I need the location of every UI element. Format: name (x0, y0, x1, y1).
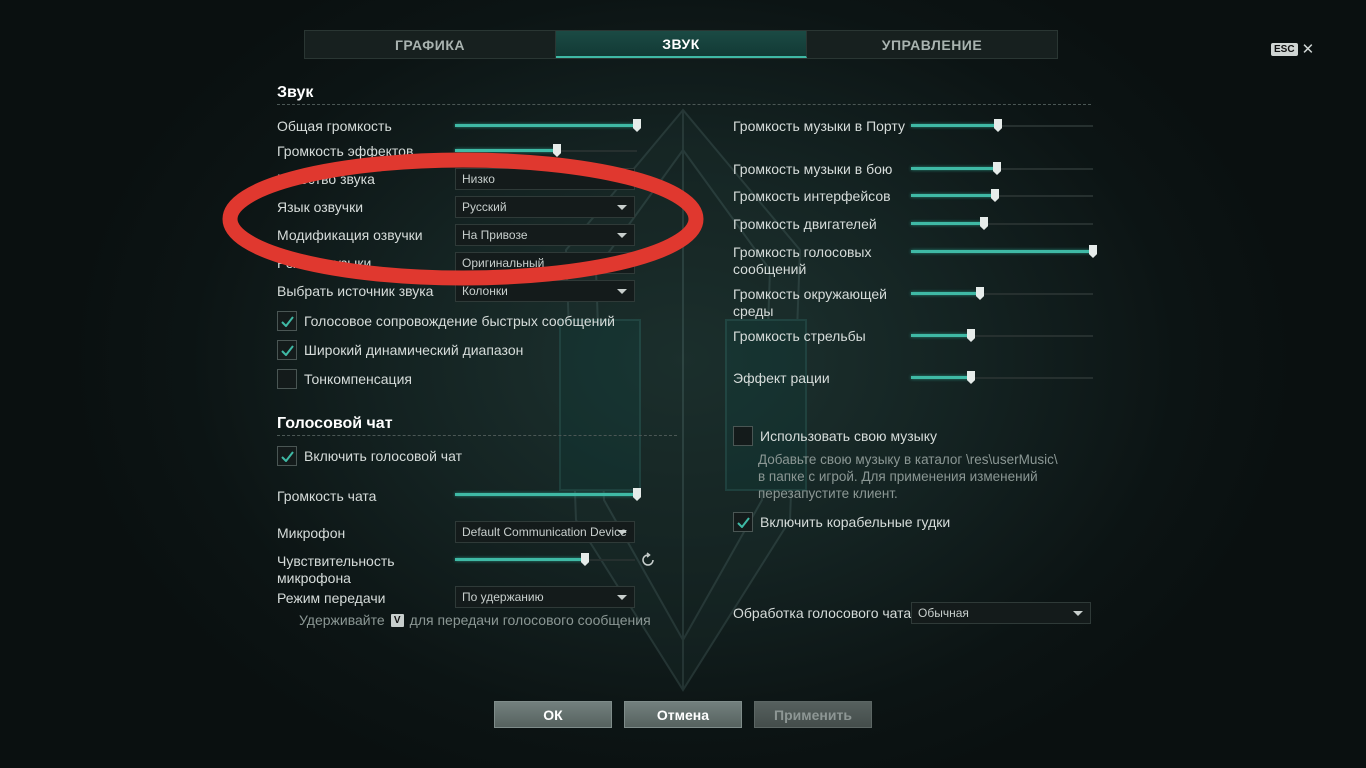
music-mode-label: Режим музыки (277, 255, 372, 271)
voice-language-value: Русский (462, 200, 507, 214)
sound-quality-select[interactable]: Низко (455, 168, 635, 190)
microphone-label: Микрофон (277, 525, 346, 541)
effects-volume-slider[interactable] (455, 144, 637, 158)
push-to-talk-hint: Удерживайте V для передачи голосового со… (299, 612, 651, 628)
ship-horns-checkbox[interactable]: Включить корабельные гудки (733, 512, 950, 532)
microphone-select[interactable]: Default Communication Device (455, 521, 635, 543)
engines-volume-label: Громкость двигателей (733, 216, 877, 232)
hint-suffix: для передачи голосового сообщения (409, 612, 651, 628)
transmit-mode-label: Режим передачи (277, 590, 386, 606)
microphone-value: Default Communication Device (462, 525, 627, 539)
checkmark-icon (280, 344, 294, 356)
checkmark-icon (280, 450, 294, 462)
sound-section-title: Звук (277, 84, 314, 101)
close-button[interactable]: ESC ✕ (1271, 42, 1314, 57)
mic-sensitivity-label: Чувствительность микрофона (277, 553, 395, 586)
section-divider (277, 435, 677, 436)
chevron-down-icon (617, 595, 627, 600)
music-port-slider[interactable] (911, 119, 1093, 133)
voice-mod-value: На Привозе (462, 228, 528, 242)
reset-icon[interactable] (640, 552, 656, 568)
custom-music-checkbox[interactable]: Использовать свою музыку (733, 426, 937, 446)
environment-volume-slider[interactable] (911, 287, 1093, 301)
tone-compensation-checkbox[interactable]: Тонкомпенсация (277, 369, 412, 389)
environment-volume-label: Громкость окружающей среды (733, 286, 887, 319)
apply-button[interactable]: Применить (754, 701, 872, 728)
general-volume-slider[interactable] (455, 119, 641, 133)
esc-key-icon: ESC (1271, 43, 1298, 56)
general-volume-label: Общая громкость (277, 118, 392, 134)
interface-volume-label: Громкость интерфейсов (733, 188, 891, 204)
sound-source-label: Выбрать источник звука (277, 283, 434, 299)
voice-messages-volume-slider[interactable] (911, 245, 1097, 259)
engines-volume-slider[interactable] (911, 217, 1093, 231)
cancel-button[interactable]: Отмена (624, 701, 742, 728)
close-icon: ✕ (1301, 41, 1315, 58)
checkbox-box (277, 311, 297, 331)
mic-sensitivity-slider[interactable] (455, 553, 635, 567)
chat-volume-slider[interactable] (455, 488, 641, 502)
music-port-label: Громкость музыки в Порту (733, 118, 905, 134)
music-battle-slider[interactable] (911, 162, 1093, 176)
checkbox-box (277, 340, 297, 360)
dynamic-range-checkbox[interactable]: Широкий динамический диапазон (277, 340, 523, 360)
checkbox-box (277, 369, 297, 389)
dynamic-range-label: Широкий динамический диапазон (304, 342, 524, 358)
hint-prefix: Удерживайте (299, 612, 385, 628)
radio-effect-label: Эффект рации (733, 370, 830, 386)
settings-tabs: ГРАФИКА ЗВУК УПРАВЛЕНИЕ (304, 30, 1058, 59)
effects-volume-label: Громкость эффектов (277, 143, 414, 159)
voice-chat-section-title: Голосовой чат (277, 415, 393, 432)
checkbox-box (733, 512, 753, 532)
tab-graphics[interactable]: ГРАФИКА (305, 31, 556, 58)
voice-processing-label: Обработка голосового чата (733, 605, 912, 621)
tab-controls[interactable]: УПРАВЛЕНИЕ (807, 31, 1057, 58)
checkbox-box (733, 426, 753, 446)
transmit-mode-select[interactable]: По удержанию (455, 586, 635, 608)
checkmark-icon (736, 516, 750, 528)
voice-messages-volume-label: Громкость голосовых сообщений (733, 244, 872, 277)
background-emblem (559, 108, 807, 692)
checkmark-icon (280, 315, 294, 327)
annotation-ellipse (222, 152, 704, 286)
voice-language-label: Язык озвучки (277, 199, 364, 215)
sound-quality-label: Качество звука (277, 171, 375, 187)
voice-mod-label: Модификация озвучки (277, 227, 423, 243)
music-battle-label: Громкость музыки в бою (733, 161, 893, 177)
voice-mod-select[interactable]: На Привозе (455, 224, 635, 246)
radio-effect-slider[interactable] (911, 371, 1093, 385)
chevron-down-icon (617, 205, 627, 210)
chevron-down-icon (1073, 611, 1083, 616)
transmit-mode-value: По удержанию (462, 590, 544, 604)
quick-messages-checkbox[interactable]: Голосовое сопровождение быстрых сообщени… (277, 311, 615, 331)
section-divider (277, 104, 1091, 105)
sound-source-value: Колонки (462, 284, 508, 298)
voice-processing-value: Обычная (918, 606, 969, 620)
music-mode-value: Оригинальный (462, 256, 545, 270)
voice-processing-select[interactable]: Обычная (911, 602, 1091, 624)
custom-music-note: Добавьте свою музыку в каталог \res\user… (758, 452, 1058, 501)
quick-messages-label: Голосовое сопровождение быстрых сообщени… (304, 313, 615, 329)
sound-source-select[interactable]: Колонки (455, 280, 635, 302)
chevron-down-icon (617, 530, 627, 535)
ship-horns-label: Включить корабельные гудки (760, 514, 951, 530)
ok-button[interactable]: ОК (494, 701, 612, 728)
chevron-down-icon (617, 233, 627, 238)
interface-volume-slider[interactable] (911, 189, 1093, 203)
checkbox-box (277, 446, 297, 466)
keycap-icon: V (390, 613, 404, 627)
chat-volume-label: Громкость чата (277, 488, 377, 504)
music-mode-select[interactable]: Оригинальный (455, 252, 635, 274)
sound-quality-value: Низко (462, 172, 495, 186)
chevron-down-icon (617, 289, 627, 294)
tone-compensation-label: Тонкомпенсация (304, 371, 412, 387)
enable-voice-chat-checkbox[interactable]: Включить голосовой чат (277, 446, 462, 466)
shooting-volume-label: Громкость стрельбы (733, 328, 866, 344)
custom-music-label: Использовать свою музыку (760, 428, 937, 444)
enable-voice-chat-label: Включить голосовой чат (304, 448, 462, 464)
shooting-volume-slider[interactable] (911, 329, 1093, 343)
voice-language-select[interactable]: Русский (455, 196, 635, 218)
tab-sound[interactable]: ЗВУК (556, 31, 807, 58)
